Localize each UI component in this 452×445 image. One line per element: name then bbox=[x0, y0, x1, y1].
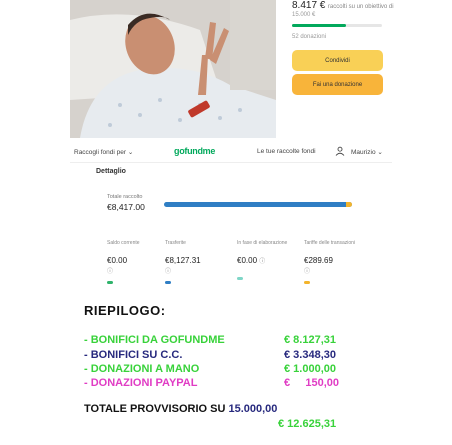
transferred-column: Trasferite €8,127.31 ⓘ bbox=[165, 240, 225, 284]
transaction-fees-column: Tariffe delle transazioni €289.69 ⓘ bbox=[304, 240, 364, 284]
amount-goal: 15.000 € bbox=[292, 12, 316, 18]
provisional-total-raised: € 12.625,31 bbox=[278, 418, 337, 430]
left-margin bbox=[0, 0, 70, 138]
total-breakdown-bar bbox=[164, 202, 352, 207]
summary-row-paypal: - DONAZIONI PAYPAL € 150,00 bbox=[84, 377, 340, 389]
navbar: Raccogli fondi per ⌄ gofundme Le tue rac… bbox=[70, 140, 392, 163]
info-icon[interactable]: ⓘ bbox=[304, 266, 364, 275]
info-icon[interactable]: ⓘ bbox=[165, 266, 225, 275]
fees-segment bbox=[345, 202, 352, 207]
total-raised-value: €8,417.00 bbox=[107, 202, 145, 212]
donate-button[interactable]: Fai una donazione bbox=[292, 74, 383, 95]
provisional-target: 15.000,00 bbox=[228, 403, 278, 415]
legend-swatch bbox=[304, 281, 310, 284]
legend-swatch bbox=[107, 281, 113, 284]
info-icon[interactable]: ⓘ bbox=[107, 266, 167, 275]
donation-card: 8.417 € raccolti su un obiettivo di 15.0… bbox=[283, 0, 394, 138]
campaign-photo bbox=[70, 0, 276, 138]
fundraise-for-menu[interactable]: Raccogli fondi per ⌄ bbox=[74, 148, 133, 156]
processing-column: In fase di elaborazione €0.00 ⓘ bbox=[237, 240, 297, 280]
share-button[interactable]: Condividi bbox=[292, 50, 383, 71]
donors-count: 52 donazioni bbox=[292, 34, 327, 40]
gofundme-logo[interactable]: gofundme bbox=[174, 146, 215, 156]
summary-row-bank: - BONIFICI SU C.C. € 3.348,30 bbox=[84, 349, 336, 361]
legend-swatch bbox=[237, 277, 243, 280]
chevron-down-icon: ⌄ bbox=[377, 149, 383, 156]
summary-title: RIEPILOGO: bbox=[84, 303, 166, 318]
your-fundraisers-link[interactable]: Le tue raccolte fondi bbox=[257, 148, 316, 155]
details-title: Dettaglio bbox=[96, 168, 126, 175]
amount-raised: 8.417 € raccolti su un obiettivo di bbox=[292, 0, 394, 11]
total-raised-label: Totale raccolto bbox=[107, 194, 143, 200]
summary-row-gofundme: - BONIFICI DA GOFUNDME € 8.127,31 bbox=[84, 334, 336, 346]
campaign-progress-bar bbox=[292, 24, 382, 27]
legend-swatch bbox=[165, 281, 171, 284]
user-menu[interactable]: Maurizio ⌄ bbox=[351, 148, 383, 156]
info-icon[interactable]: ⓘ bbox=[259, 259, 265, 265]
user-icon[interactable] bbox=[335, 146, 345, 156]
chevron-down-icon: ⌄ bbox=[127, 149, 134, 156]
provisional-total: TOTALE PROVVISORIO SU 15.000,00 bbox=[84, 403, 278, 415]
current-balance-column: Saldo corrente €0.00 ⓘ bbox=[107, 240, 167, 284]
summary-row-cash: - DONAZIONI A MANO € 1.000,00 bbox=[84, 363, 336, 375]
